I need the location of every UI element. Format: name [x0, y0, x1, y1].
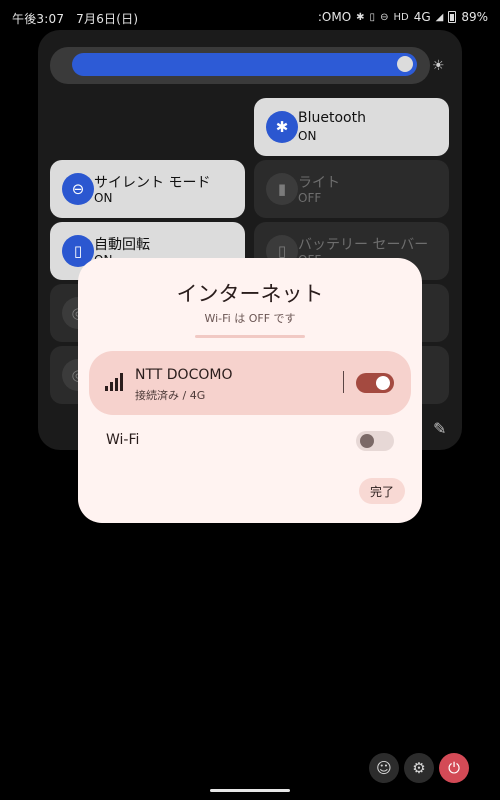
status-bar: 午後3:07 7月6日(日) :OMO ✱ ▯ ⊖ HD 4G ◢ 89% — [0, 0, 500, 34]
tile-label: 自動回転 — [94, 237, 150, 253]
dialog-divider — [195, 335, 305, 338]
user-icon: ☺ — [376, 759, 392, 777]
tile-silent-mode[interactable]: ⊖ サイレント モード ON — [50, 160, 245, 218]
tile-state: ON — [298, 129, 317, 143]
internet-dialog: インターネット Wi-Fi は OFF です NTT DOCOMO 接続済み /… — [78, 258, 422, 523]
brightness-slider-thumb[interactable] — [397, 56, 413, 72]
power-button[interactable]: ⏻ — [439, 753, 469, 783]
wifi-toggle[interactable] — [356, 431, 394, 451]
status-carrier: :OMO — [317, 10, 352, 24]
tile-label: ライト — [298, 175, 340, 191]
mobile-data-toggle[interactable] — [356, 373, 394, 393]
vibrate-icon: ▯ — [369, 11, 376, 23]
tile-label: バッテリー セーバー — [298, 237, 429, 253]
hd-icon: HD — [393, 11, 409, 23]
bluetooth-icon: ✱ — [356, 11, 365, 23]
status-time: 午後3:07 — [12, 12, 65, 26]
battery-icon — [448, 11, 457, 23]
signal-icon: ◢ — [435, 11, 444, 23]
tile-flashlight[interactable]: ▮ ライト OFF — [254, 160, 449, 218]
done-button[interactable]: 完了 — [359, 478, 405, 504]
flashlight-icon: ▮ — [266, 173, 298, 205]
status-date: 7月6日(日) — [76, 12, 139, 26]
home-indicator[interactable] — [210, 789, 290, 792]
dnd-icon: ⊖ — [380, 11, 389, 23]
row-separator — [343, 371, 344, 393]
settings-button[interactable]: ⚙ — [404, 753, 434, 783]
wifi-label: Wi-Fi — [106, 432, 140, 448]
tile-label: Bluetooth — [298, 110, 366, 126]
dnd-icon: ⊖ — [62, 173, 94, 205]
dialog-title: インターネット — [176, 282, 324, 306]
tile-bluetooth[interactable]: ✱ Bluetooth ON — [254, 98, 449, 156]
network-name: NTT DOCOMO — [135, 367, 233, 383]
brightness-high-icon: ☀ — [432, 58, 445, 74]
network-status: 接続済み / 4G — [135, 389, 206, 402]
tile-state: ON — [94, 191, 113, 205]
status-network: 4G — [413, 10, 431, 24]
toggle-knob — [360, 434, 374, 448]
brightness-slider-fill — [72, 53, 417, 76]
tile-state: OFF — [298, 191, 322, 205]
tile-label: サイレント モード — [94, 175, 211, 191]
toggle-knob — [376, 376, 390, 390]
edit-icon[interactable]: ✎ — [433, 419, 451, 438]
gear-icon: ⚙ — [412, 759, 426, 777]
cellular-signal-icon — [105, 373, 123, 391]
user-button[interactable]: ☺ — [369, 753, 399, 783]
power-icon: ⏻ — [448, 759, 460, 777]
status-battery: 89% — [461, 10, 488, 24]
bluetooth-icon: ✱ — [266, 111, 298, 143]
dialog-subtitle: Wi-Fi は OFF です — [204, 312, 296, 325]
mobile-network-row[interactable]: NTT DOCOMO 接続済み / 4G — [89, 351, 411, 415]
